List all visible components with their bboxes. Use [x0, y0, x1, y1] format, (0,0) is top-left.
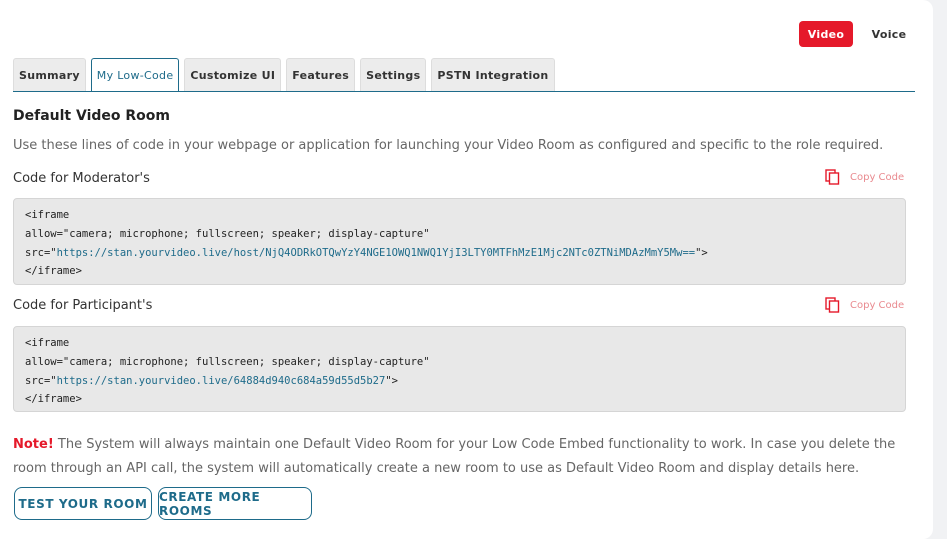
code-src-prefix: src=" — [25, 374, 57, 387]
code-line: </iframe> — [25, 265, 82, 278]
copy-icon — [825, 169, 840, 185]
main-card: Video Voice Summary My Low-Code Customiz… — [0, 0, 933, 539]
code-url: https://stan.yourvideo.live/host/NjQ4ODR… — [56, 246, 696, 259]
moderator-copy-code-button[interactable]: Copy Code — [825, 169, 904, 185]
copy-icon — [825, 297, 840, 313]
copy-code-label: Copy Code — [850, 299, 905, 311]
section-description: Use these lines of code in your webpage … — [13, 138, 884, 153]
moderator-code-block[interactable]: <iframe allow="camera; microphone; fullsc… — [13, 198, 906, 285]
code-line: allow="camera; microphone; fullscreen; s… — [25, 355, 430, 368]
create-more-rooms-button[interactable]: CREATE MORE ROOMS — [158, 487, 312, 520]
tab-summary[interactable]: Summary — [13, 58, 86, 91]
section-title: Default Video Room — [13, 108, 170, 124]
tab-features[interactable]: Features — [286, 58, 356, 91]
participant-code-block[interactable]: <iframe allow="camera; microphone; fullsc… — [13, 326, 906, 412]
tab-bar: Summary My Low-Code Customize UI Feature… — [13, 58, 560, 92]
voice-toggle-button[interactable]: Voice — [862, 21, 916, 47]
copy-code-label: Copy Code — [850, 171, 905, 183]
code-line: </iframe> — [25, 393, 82, 406]
code-src-suffix: "> — [695, 246, 708, 259]
tab-my-low-code[interactable]: My Low-Code — [90, 58, 180, 92]
tab-customize-ui[interactable]: Customize UI — [184, 58, 282, 91]
tab-divider — [13, 91, 915, 92]
code-src-prefix: src=" — [25, 246, 57, 259]
code-line: src="https://stan.yourvideo.live/64884d9… — [25, 372, 894, 391]
test-room-button[interactable]: TEST YOUR ROOM — [14, 487, 152, 520]
tab-settings[interactable]: Settings — [360, 58, 427, 91]
code-line: src="https://stan.yourvideo.live/host/Nj… — [25, 244, 894, 263]
moderator-code-label: Code for Moderator's — [13, 171, 150, 186]
code-url: https://stan.yourvideo.live/64884d940c68… — [56, 374, 386, 387]
code-line: <iframe — [25, 209, 70, 221]
participant-copy-code-button[interactable]: Copy Code — [825, 297, 904, 313]
code-src-suffix: "> — [385, 374, 398, 387]
note-text: The System will always maintain one Defa… — [13, 437, 896, 476]
video-toggle-button[interactable]: Video — [799, 21, 853, 47]
code-line: <iframe — [25, 337, 70, 349]
note-warning-label: Note! — [13, 437, 54, 452]
participant-code-label: Code for Participant's — [13, 298, 153, 313]
tab-pstn-integration[interactable]: PSTN Integration — [431, 58, 555, 91]
default-room-note: Note! The System will always maintain on… — [13, 433, 918, 481]
code-line: allow="camera; microphone; fullscreen; s… — [25, 227, 430, 240]
